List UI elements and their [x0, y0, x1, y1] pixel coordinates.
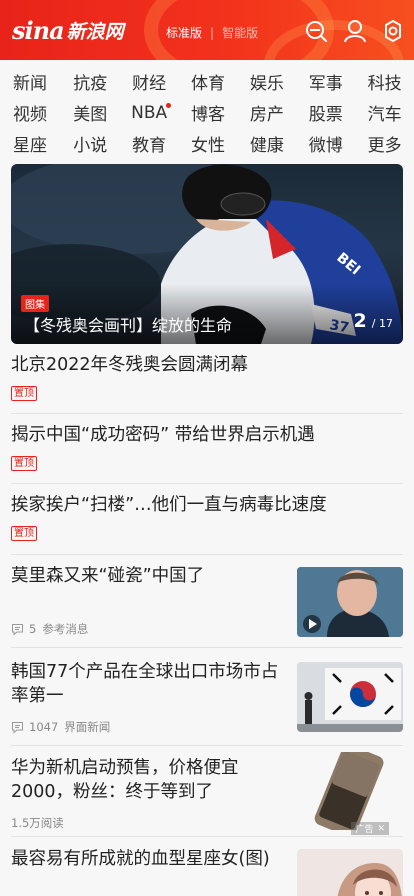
version-smart-link[interactable]: 智能版	[222, 24, 258, 41]
news-meta: 5 参考消息	[11, 621, 88, 637]
nav-row: 新闻 抗疫 财经 体育 娱乐 军事 科技	[0, 66, 414, 97]
version-divider: |	[210, 25, 215, 40]
news-thumbnail	[297, 567, 403, 637]
close-icon[interactable]: ✕	[377, 824, 385, 834]
hero-carousel[interactable]: 37 BEI 图集 【冬残奥会画刊】绽放的生命 2 / 17	[11, 164, 403, 344]
nav-item-tech[interactable]: 科技	[355, 69, 414, 94]
news-title: 北京2022年冬残奥会圆满闭幕	[11, 355, 249, 375]
version-standard-link[interactable]: 标准版	[166, 24, 202, 41]
read-count: 1.5万阅读	[11, 816, 64, 830]
nav-item-blog[interactable]: 博客	[179, 100, 238, 125]
hero-caption: 【冬残奥会画刊】绽放的生命	[24, 316, 233, 335]
nav-item-realestate[interactable]: 房产	[237, 100, 296, 125]
news-item[interactable]: 莫里森又来“碰瓷”中国了 5 参考消息	[11, 555, 403, 648]
nav-item-military[interactable]: 军事	[296, 69, 355, 94]
nav-row: 星座 小说 教育 女性 健康 微博 更多	[0, 128, 414, 159]
comment-count: 5	[29, 622, 37, 636]
ad-title: 华为新机启动预售，价格便宜2000，粉丝：终于等到了	[11, 758, 239, 802]
nav-item-auto[interactable]: 汽车	[355, 100, 414, 125]
nav-item-health[interactable]: 健康	[237, 131, 296, 156]
top-header: sina 新浪网 标准版 | 智能版	[0, 0, 414, 60]
nav-item-stocks[interactable]: 股票	[296, 100, 355, 125]
nav-item-astrology[interactable]: 星座	[0, 131, 61, 156]
illustration-photo	[297, 849, 403, 896]
news-item[interactable]: 韩国77个产品在全球出口市场市占率第一 1047 界面新闻	[11, 648, 403, 746]
logo-cn-text: 新浪网	[66, 20, 124, 43]
comment-icon	[12, 623, 23, 636]
version-switch: 标准版 | 智能版	[166, 24, 258, 41]
thumbnail-photo	[297, 567, 403, 637]
news-title: 挨家挨户“扫楼”…他们一直与病毒比速度	[11, 495, 327, 515]
nav-item-novel[interactable]: 小说	[61, 131, 120, 156]
news-meta: 1047 界面新闻	[11, 719, 110, 735]
news-title: 韩国77个产品在全球出口市场市占率第一	[11, 662, 279, 706]
gallery-tag: 图集	[21, 295, 49, 312]
nav-item-entertainment[interactable]: 娱乐	[237, 69, 296, 94]
channel-nav: 新闻 抗疫 财经 体育 娱乐 军事 科技 视频 美图 NBA 博客 房产 股票 …	[0, 66, 414, 159]
logo-sina-text: sina	[12, 15, 65, 45]
pinned-badge: 置顶	[11, 456, 37, 471]
nav-item-nba-label: NBA	[131, 102, 168, 123]
user-icon[interactable]	[342, 18, 368, 44]
nav-item-more[interactable]: 更多	[355, 131, 414, 156]
news-item[interactable]: 挨家挨户“扫楼”…他们一直与病毒比速度 置顶	[11, 484, 403, 555]
nav-item-women[interactable]: 女性	[179, 131, 238, 156]
news-title: 最容易有所成就的血型星座女(图)	[11, 849, 270, 869]
comment-icon	[12, 721, 23, 734]
nav-item-covid[interactable]: 抗疫	[61, 69, 120, 94]
slide-total: / 17	[371, 317, 393, 330]
search-icon[interactable]	[303, 18, 329, 44]
nav-item-sports[interactable]: 体育	[179, 69, 238, 94]
ad-label: 广告	[355, 825, 374, 835]
phone-photo	[297, 752, 403, 830]
nav-item-weibo[interactable]: 微博	[296, 131, 355, 156]
news-source: 界面新闻	[64, 720, 111, 734]
thumbnail-photo	[297, 662, 403, 732]
news-thumbnail	[297, 662, 403, 732]
ad-item[interactable]: 华为新机启动预售，价格便宜2000，粉丝：终于等到了 1.5万阅读 广告 ✕	[11, 746, 403, 837]
nav-item-video[interactable]: 视频	[0, 100, 61, 125]
news-title: 揭示中国“成功密码” 带给世界启示机遇	[11, 425, 315, 445]
news-source: 参考消息	[42, 622, 89, 636]
sina-logo[interactable]: sina 新浪网	[12, 14, 124, 46]
comment-count: 1047	[29, 720, 59, 734]
news-title: 莫里森又来“碰瓷”中国了	[11, 566, 205, 586]
news-item[interactable]: 最容易有所成就的血型星座女(图)	[11, 837, 403, 896]
nav-row: 视频 美图 NBA 博客 房产 股票 汽车	[0, 97, 414, 128]
nav-item-news[interactable]: 新闻	[0, 69, 61, 94]
ad-meta: 1.5万阅读	[11, 815, 64, 831]
nav-item-education[interactable]: 教育	[120, 131, 179, 156]
pinned-badge: 置顶	[11, 386, 37, 401]
news-item[interactable]: 北京2022年冬残奥会圆满闭幕 置顶	[11, 352, 403, 414]
slide-current: 2	[353, 310, 367, 332]
pinned-badge: 置顶	[11, 526, 37, 541]
new-dot-badge	[165, 102, 171, 108]
nav-item-photos[interactable]: 美图	[61, 100, 120, 125]
news-item[interactable]: 揭示中国“成功密码” 带给世界启示机遇 置顶	[11, 414, 403, 484]
slide-counter: 2 / 17	[353, 310, 393, 332]
nav-item-nba[interactable]: NBA	[120, 102, 179, 123]
ad-thumbnail	[297, 752, 403, 830]
settings-icon[interactable]	[380, 18, 406, 44]
nav-item-finance[interactable]: 财经	[120, 69, 179, 94]
ad-badge[interactable]: 广告 ✕	[351, 822, 389, 835]
news-thumbnail	[297, 849, 403, 896]
